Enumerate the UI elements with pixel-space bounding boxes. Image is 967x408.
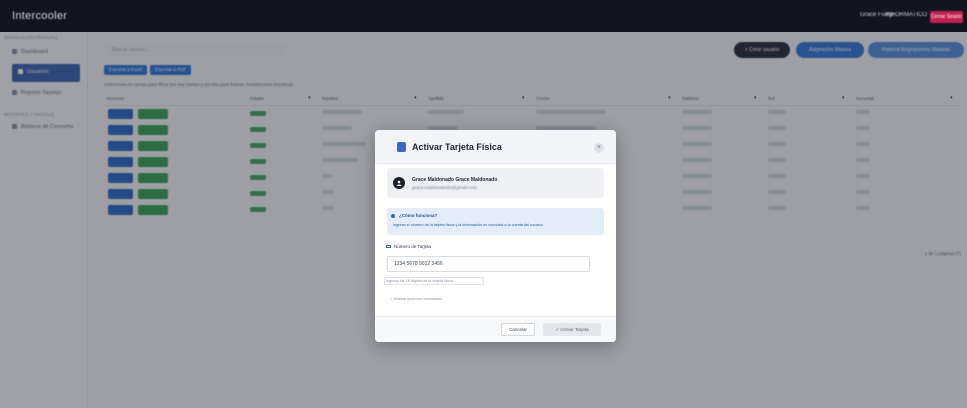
card-field-icon [386,245,391,249]
card-icon [397,142,406,152]
avatar [393,177,405,189]
user-icon [396,180,402,186]
modal-title: Activar Tarjeta Física [412,142,502,152]
brand-logo[interactable]: Intercooler [12,10,67,22]
info-callout: ¿Cómo funciona? Ingresa el número de la … [387,208,604,235]
logout-button[interactable]: Cerrar Sesión [930,11,963,23]
card-number-input[interactable] [387,256,590,272]
modal-footer: Cancelar ✓ Activar Tarjeta [375,316,616,342]
info-text: Ingresa el número de la tarjeta física y… [393,223,544,227]
info-icon [391,214,395,218]
advanced-options-label: Mostrar opciones avanzadas [393,297,442,301]
info-title: ¿Cómo funciona? [399,213,438,218]
advanced-options-toggle[interactable]: › Mostrar opciones avanzadas [391,297,442,301]
modal-header: Activar Tarjeta Física × [375,130,616,164]
top-navbar: Intercooler Grace Fuego INFORMATICO Cerr… [0,0,967,32]
selected-user-card: Grace Maldonado Grace Maldonado grace.ma… [387,168,604,198]
close-icon[interactable]: × [594,143,604,153]
card-number-label: Número de Tarjeta [386,244,431,249]
user-email: grace.maldonado91@gmail.com [412,185,477,190]
field-label-text: Número de Tarjeta [394,244,431,249]
card-number-helper: Ingresa los 16 dígitos de la tarjeta fís… [386,279,453,283]
activate-card-modal: Activar Tarjeta Física × Grace Maldonado… [375,130,616,342]
cancel-button[interactable]: Cancelar [501,323,535,336]
current-user-role: INFORMATICO [885,12,927,18]
user-name: Grace Maldonado Grace Maldonado [412,177,498,183]
activate-label: Activar Tarjeta [560,327,589,332]
activate-card-button[interactable]: ✓ Activar Tarjeta [543,323,601,336]
